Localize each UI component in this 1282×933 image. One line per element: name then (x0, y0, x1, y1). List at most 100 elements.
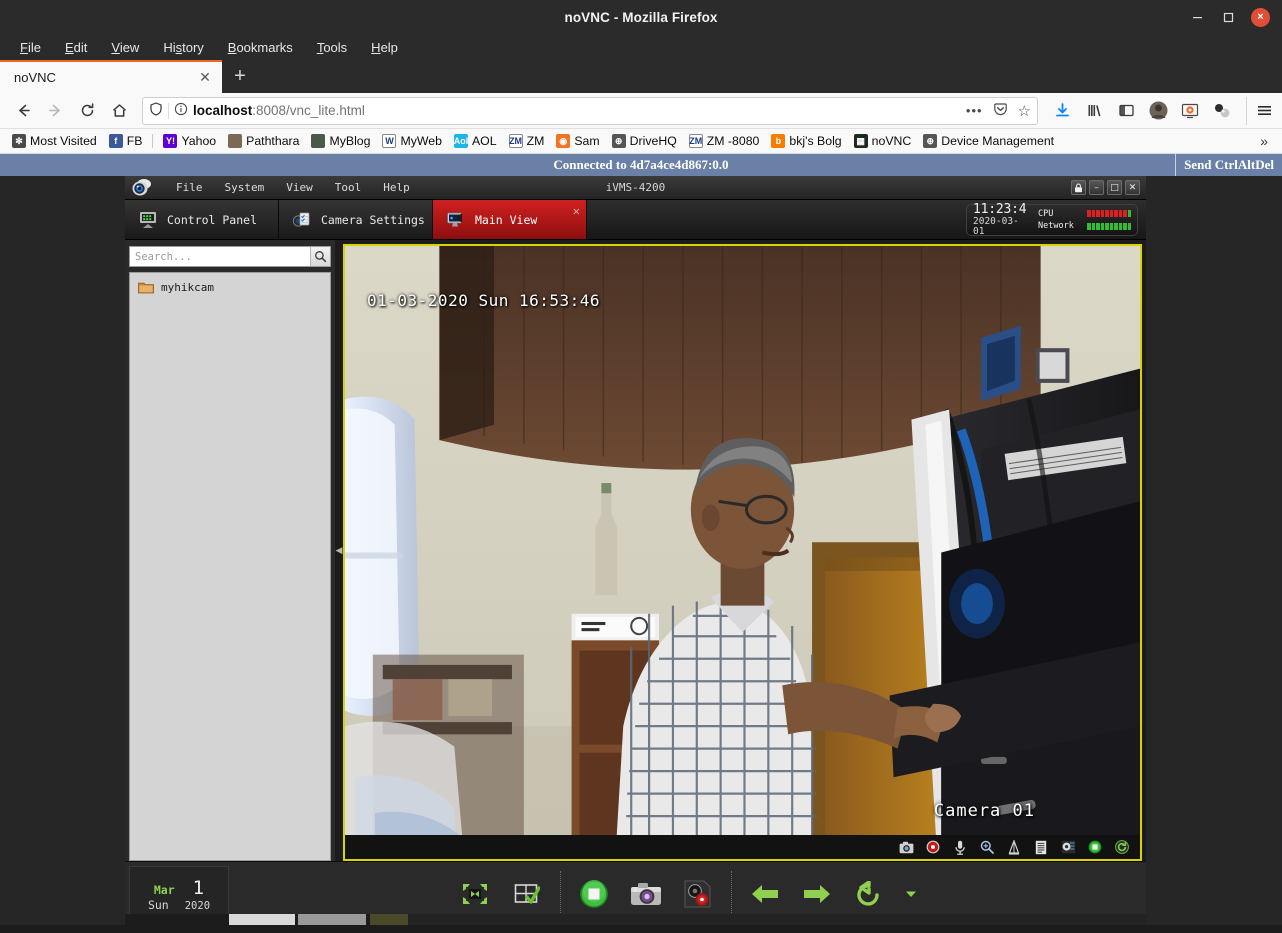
new-tab-button[interactable]: + (222, 60, 258, 93)
tab-control-panel[interactable]: Control Panel (125, 200, 279, 239)
library-icon[interactable] (1080, 97, 1108, 125)
ivms-menu-help[interactable]: Help (372, 179, 421, 196)
lock-icon[interactable] (1071, 180, 1086, 195)
bookmark-item[interactable]: ◉ Sam (550, 132, 605, 150)
bookmark-label: MyWeb (400, 134, 442, 148)
shield-icon[interactable] (149, 102, 163, 119)
bookmark-star-icon[interactable]: ☆ (1018, 102, 1031, 120)
device-tree[interactable]: myhikcam (129, 272, 331, 861)
menu-file[interactable]: File (8, 37, 53, 58)
bookmark-item[interactable]: ZM ZM (503, 132, 551, 150)
bookmark-item[interactable]: ZM ZM -8080 (683, 132, 766, 150)
bookmark-item[interactable]: f FB (103, 132, 149, 150)
sidebar-icon[interactable] (1112, 97, 1140, 125)
refresh-icon[interactable] (1114, 839, 1130, 855)
magnifier-icon[interactable] (310, 247, 330, 266)
system-clock: 11:23:4 2020-03-01 (973, 203, 1030, 237)
hamburger-menu-icon[interactable] (1246, 96, 1274, 125)
video-grid: 01-03-2020 Sun 16:53:46 Camera 01 (343, 240, 1146, 861)
video-pane-camera-01[interactable]: 01-03-2020 Sun 16:53:46 Camera 01 (343, 244, 1142, 861)
bookmark-item[interactable]: ✻ Most Visited (6, 132, 103, 150)
bookmark-item[interactable]: Y! Yahoo (157, 132, 222, 150)
ivms-minimize-button[interactable]: – (1089, 180, 1104, 195)
menu-view[interactable]: View (99, 37, 151, 58)
next-page-button[interactable] (800, 877, 834, 911)
event-list-icon[interactable] (1033, 839, 1049, 855)
search-input[interactable]: Search... (129, 246, 331, 267)
layout-select-button[interactable] (510, 877, 544, 911)
bookmarks-overflow-chevron[interactable]: » (1252, 133, 1276, 149)
back-icon[interactable] (8, 97, 38, 125)
reload-icon[interactable] (72, 97, 102, 125)
bookmark-item[interactable]: W MyWeb (376, 132, 447, 150)
tab-main-view[interactable]: Main View ✕ (433, 200, 587, 239)
vnc-left-padding (0, 176, 125, 925)
forward-icon[interactable] (40, 97, 70, 125)
capture-all-button[interactable] (629, 877, 663, 911)
close-button[interactable]: × (1251, 7, 1270, 27)
record-all-button[interactable] (681, 877, 715, 911)
screenshare-icon[interactable] (1176, 97, 1204, 125)
bookmark-item[interactable]: ▦ noVNC (848, 132, 918, 150)
fullscreen-button[interactable] (458, 877, 492, 911)
tab-novnc[interactable]: noVNC ✕ (0, 60, 222, 93)
ivms-maximize-button[interactable]: □ (1107, 180, 1122, 195)
maximize-button[interactable] (1220, 9, 1237, 26)
timeline-scrollbar[interactable] (125, 914, 1146, 925)
ptz-icon[interactable] (1006, 839, 1022, 855)
minimize-button[interactable] (1189, 9, 1206, 26)
info-icon[interactable] (174, 102, 188, 119)
tab-label: Control Panel (167, 212, 258, 227)
tab-camera-settings[interactable]: Camera Settings (279, 200, 433, 239)
stop-all-live-view-button[interactable] (577, 877, 611, 911)
bookmark-item[interactable]: ⊕ DriveHQ (606, 132, 683, 150)
capture-picture-icon[interactable] (898, 839, 914, 855)
audio-microphone-icon[interactable] (952, 839, 968, 855)
device-sidebar: Search... myhikcam (125, 240, 335, 861)
ivms-menu-system[interactable]: System (214, 179, 276, 196)
ivms-menu-tool[interactable]: Tool (324, 179, 373, 196)
url-host: localhost (193, 103, 253, 118)
ivms-tab-bar: Control Panel Camera Settings Main View … (125, 200, 1146, 240)
auto-switch-button[interactable] (852, 877, 886, 911)
device-tree-item[interactable]: myhikcam (134, 279, 326, 296)
gauge-bar (1127, 210, 1131, 218)
menu-history[interactable]: History (151, 37, 215, 58)
bookmark-item[interactable]: MyBlog (305, 132, 376, 150)
ivms-menu-file[interactable]: File (165, 179, 214, 196)
tab-close-icon[interactable]: ✕ (573, 204, 580, 218)
menu-tools[interactable]: Tools (305, 37, 359, 58)
network-bar-gauge (1087, 222, 1131, 230)
menu-bookmarks[interactable]: Bookmarks (216, 37, 305, 58)
previous-page-button[interactable] (748, 877, 782, 911)
ivms-close-button[interactable]: ✕ (1125, 180, 1140, 195)
page-actions-icon[interactable]: ••• (966, 103, 983, 118)
url-text[interactable]: localhost:8008/vnc_lite.html (193, 103, 961, 118)
digital-zoom-icon[interactable] (979, 839, 995, 855)
pocket-icon[interactable] (993, 102, 1008, 120)
bookmark-item[interactable]: Aol AOL (448, 132, 503, 150)
menu-edit[interactable]: Edit (53, 37, 99, 58)
tab-close-icon[interactable]: ✕ (196, 69, 214, 87)
bookmark-label: Paththara (246, 134, 300, 148)
home-icon[interactable] (104, 97, 134, 125)
record-icon[interactable] (925, 839, 941, 855)
bookmark-item[interactable]: b bkj's Bolg (765, 132, 847, 150)
stop-live-view-icon[interactable] (1087, 839, 1103, 855)
bookmark-item[interactable]: Paththara (222, 132, 305, 150)
instant-playback-icon[interactable] (1060, 839, 1076, 855)
downloads-icon[interactable] (1048, 97, 1076, 125)
menu-help[interactable]: Help (359, 37, 410, 58)
bookmark-item[interactable]: ⊕ Device Management (917, 132, 1060, 150)
account-avatar[interactable] (1144, 97, 1172, 125)
auto-switch-dropdown[interactable] (904, 887, 918, 901)
cpu-meter: CPU (1038, 208, 1131, 220)
gauge-bar (1127, 222, 1131, 230)
vnc-canvas[interactable]: File System View Tool Help iVMS-4200 – □ ✕ (0, 176, 1282, 925)
ivms-menu-view[interactable]: View (275, 179, 324, 196)
send-ctrl-alt-del-button[interactable]: Send CtrlAltDel (1175, 154, 1282, 176)
extension-icon[interactable] (1208, 97, 1236, 125)
url-bar[interactable]: localhost:8008/vnc_lite.html ••• ☆ (142, 96, 1038, 125)
sidebar-collapse-handle[interactable]: ◀ (335, 240, 343, 861)
gauge-bar (1118, 222, 1122, 230)
